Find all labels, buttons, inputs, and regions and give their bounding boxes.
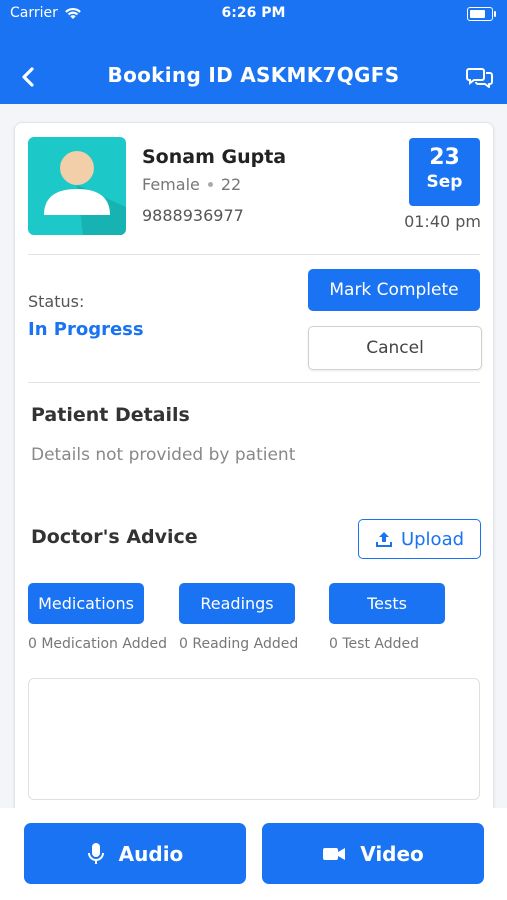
- microphone-icon: [87, 842, 104, 864]
- patient-gender: Female: [142, 175, 200, 194]
- upload-label: Upload: [400, 528, 465, 550]
- test-count: 0 Test Added: [329, 636, 419, 652]
- divider: [28, 254, 480, 255]
- patient-age: 22: [220, 175, 242, 194]
- patient-name: Sonam Gupta: [142, 146, 287, 168]
- user-placeholder-icon: [44, 151, 126, 235]
- video-call-button[interactable]: Video: [262, 823, 484, 884]
- video-camera-icon: [323, 847, 346, 860]
- patient-details-title: Patient Details: [31, 404, 190, 426]
- audio-call-button[interactable]: Audio: [24, 823, 246, 884]
- appointment-day: 23: [429, 145, 460, 170]
- upload-button[interactable]: Upload: [358, 519, 481, 559]
- status-label: Status:: [28, 292, 85, 311]
- booking-card: Sonam Gupta Female 22 9888936977 23 Sep …: [14, 122, 494, 824]
- tests-button[interactable]: Tests: [329, 583, 445, 624]
- cancel-button[interactable]: Cancel: [308, 326, 482, 370]
- status-value: In Progress: [28, 319, 144, 340]
- mark-complete-button[interactable]: Mark Complete: [308, 269, 480, 311]
- divider: [28, 382, 480, 383]
- app-header: Carrier 6:26 PM Booking ID ASKMK7QGFS: [0, 0, 507, 104]
- patient-phone: 9888936977: [142, 206, 244, 225]
- readings-button[interactable]: Readings: [179, 583, 295, 624]
- upload-icon: [375, 532, 392, 547]
- status-bar-time: 6:26 PM: [221, 5, 286, 21]
- separator-dot: [207, 182, 213, 187]
- video-label: Video: [360, 841, 424, 866]
- patient-gender-age: Female 22: [142, 175, 241, 194]
- medication-count: 0 Medication Added: [28, 636, 167, 652]
- appointment-month: Sep: [426, 172, 463, 192]
- appointment-time: 01:40 pm: [404, 212, 481, 231]
- doctors-advice-title: Doctor's Advice: [31, 526, 198, 548]
- page-title: Booking ID ASKMK7QGFS: [107, 63, 400, 87]
- appointment-date-badge: 23 Sep: [409, 138, 480, 206]
- patient-details-text: Details not provided by patient: [31, 445, 296, 465]
- audio-label: Audio: [118, 841, 184, 866]
- patient-avatar: [28, 137, 126, 235]
- medications-button[interactable]: Medications: [28, 583, 144, 624]
- battery-icon: [467, 7, 496, 21]
- chat-icon[interactable]: [465, 62, 495, 92]
- reading-count: 0 Reading Added: [179, 636, 299, 652]
- advice-notes-box[interactable]: [28, 678, 480, 800]
